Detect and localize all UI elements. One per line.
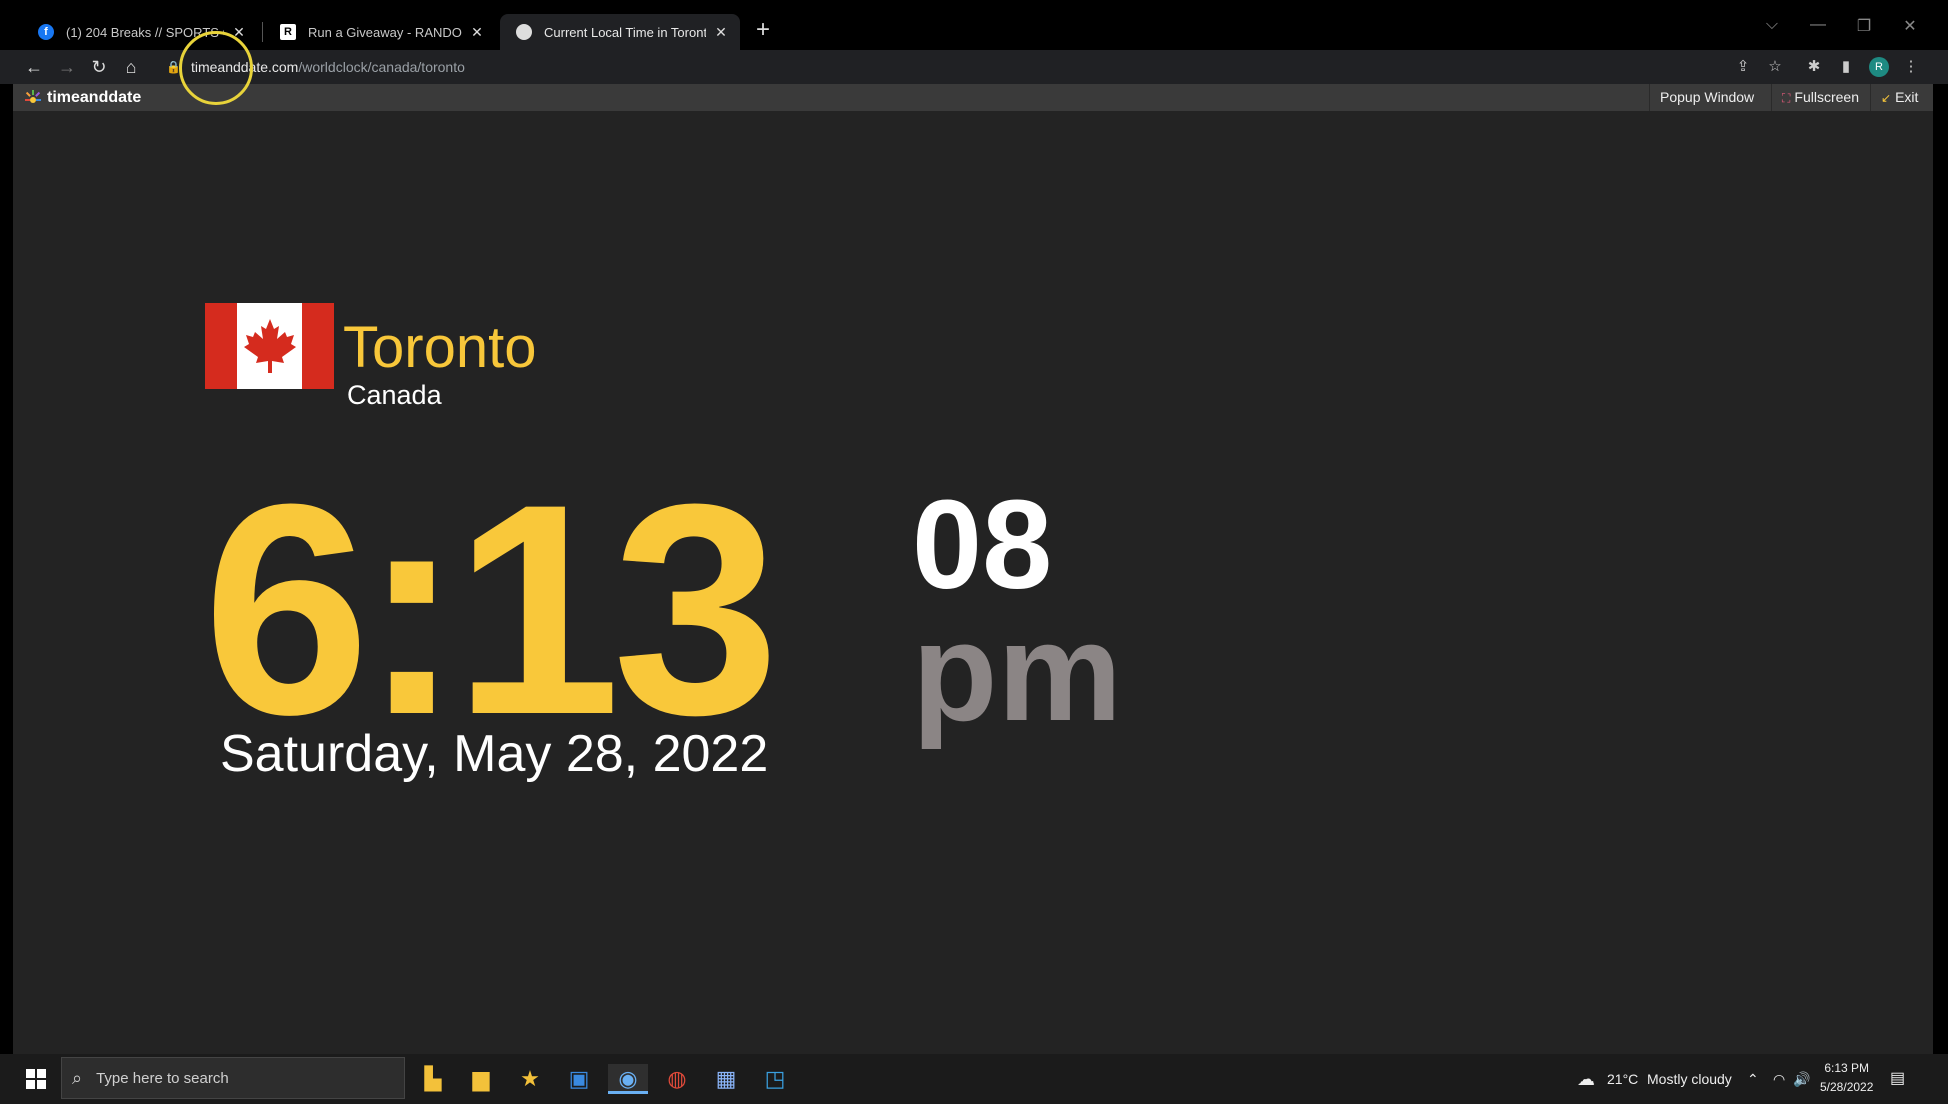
screen: f (1) 204 Breaks // SPORTS CARD ✕ R Run … xyxy=(0,0,1948,1104)
windows-taskbar: ⌕ Type here to search ▙ ▆ ★ ▣ ◉ ◍ ▦ ◳ ☁ … xyxy=(0,1054,1948,1104)
calculator-app-icon[interactable]: ▦ xyxy=(711,1064,741,1094)
clock-seconds: 08 xyxy=(912,474,1053,615)
back-button[interactable]: ← xyxy=(21,54,47,80)
outlook-app-icon[interactable]: ▣ xyxy=(564,1064,594,1094)
close-tab-icon[interactable]: ✕ xyxy=(712,24,730,41)
network-icon[interactable]: ◠ xyxy=(1773,1054,1785,1104)
file-manager-app-icon[interactable]: ▙ xyxy=(418,1064,448,1094)
star-app-icon[interactable]: ★ xyxy=(515,1064,545,1094)
menu-icon[interactable]: ⋮ xyxy=(1900,56,1922,78)
timeanddate-logo[interactable]: timeanddate xyxy=(23,88,141,108)
canada-flag-icon xyxy=(205,303,334,389)
popup-window-button[interactable]: Popup Window xyxy=(1649,84,1764,111)
country-name: Canada xyxy=(347,380,442,410)
side-panel-icon[interactable]: ▮ xyxy=(1835,56,1857,78)
cursor-highlight xyxy=(179,31,253,105)
close-window-icon[interactable]: ✕ xyxy=(1895,16,1925,36)
weather-temp[interactable]: 21°C xyxy=(1607,1054,1638,1104)
chevron-up-icon[interactable]: ⌃ xyxy=(1747,1054,1759,1104)
tab-random-org[interactable]: R Run a Giveaway - RANDOM.ORG ✕ xyxy=(264,14,496,50)
search-icon: ⌕ xyxy=(72,1067,83,1088)
home-button[interactable]: ⌂ xyxy=(118,54,144,80)
folder-icon[interactable]: ▆ xyxy=(466,1064,496,1094)
site-header: timeanddate Popup Window ⛶ Fullscreen ↙ Ex… xyxy=(13,84,1933,111)
timeanddate-icon xyxy=(516,24,532,40)
share-icon[interactable]: ⇪ xyxy=(1732,56,1754,78)
cloud-icon: ☁ xyxy=(1577,1069,1595,1089)
exit-icon: ↙ xyxy=(1881,91,1892,105)
facebook-icon: f xyxy=(38,24,54,40)
avatar[interactable]: R xyxy=(1869,57,1889,77)
reload-button[interactable]: ↻ xyxy=(86,54,112,80)
fullscreen-icon: ⛶ xyxy=(1782,91,1791,105)
cortana-app-icon[interactable]: ◉ xyxy=(608,1064,648,1094)
tab-search-icon[interactable]: ⌵ xyxy=(1757,16,1787,34)
volume-icon[interactable]: 🔊 xyxy=(1793,1054,1810,1104)
city-name: Toronto xyxy=(343,315,537,380)
taskbar-clock[interactable]: 6:13 PM 5/28/2022 xyxy=(1820,1059,1873,1097)
new-tab-button[interactable]: + xyxy=(750,18,776,44)
random-org-icon: R xyxy=(280,24,296,40)
windows-start-icon[interactable] xyxy=(26,1069,46,1089)
extensions-icon[interactable]: ✱ xyxy=(1803,56,1825,78)
minimize-icon[interactable]: — xyxy=(1803,16,1833,34)
notifications-icon[interactable]: ▤ xyxy=(1890,1054,1905,1104)
clock-time: 6:13 xyxy=(203,441,779,777)
exit-button[interactable]: ↙ Exit xyxy=(1870,84,1928,111)
tab-separator xyxy=(262,22,263,42)
sun-logo-icon xyxy=(25,90,41,103)
close-tab-icon[interactable]: ✕ xyxy=(468,24,486,41)
forward-button[interactable]: → xyxy=(54,54,80,80)
clock-ampm: pm xyxy=(912,593,1122,750)
address-bar[interactable]: 🔒 timeanddate.com /worldclock/canada/tor… xyxy=(158,52,1798,82)
fullscreen-button[interactable]: ⛶ Fullscreen xyxy=(1771,84,1869,111)
taskbar-search-input[interactable]: ⌕ Type here to search xyxy=(61,1057,405,1099)
weather-text[interactable]: Mostly cloudy xyxy=(1647,1054,1732,1104)
snipping-app-icon[interactable]: ◳ xyxy=(760,1064,790,1094)
page-content: timeanddate Popup Window ⛶ Fullscreen ↙ Ex… xyxy=(13,84,1933,1054)
tab-timeanddate[interactable]: Current Local Time in Toronto, O ✕ xyxy=(500,14,740,50)
restore-icon[interactable]: ❐ xyxy=(1849,16,1879,36)
chrome-app-icon[interactable]: ◍ xyxy=(662,1064,692,1094)
tab-strip: f (1) 204 Breaks // SPORTS CARD ✕ R Run … xyxy=(0,0,1948,50)
clock-date: Saturday, May 28, 2022 xyxy=(220,725,769,783)
bookmark-star-icon[interactable]: ☆ xyxy=(1764,56,1786,78)
